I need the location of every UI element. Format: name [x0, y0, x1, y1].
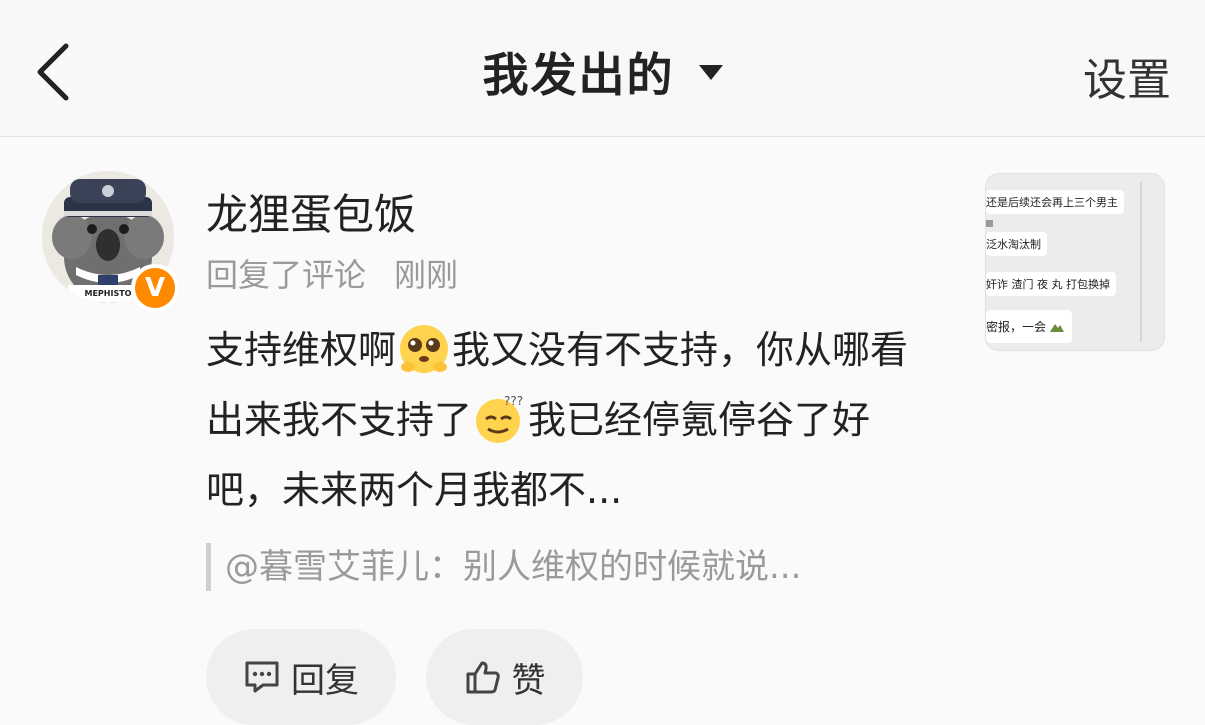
like-icon — [466, 661, 500, 694]
pleading-emoji-icon — [400, 325, 449, 373]
reply-label: 回复 — [291, 660, 359, 701]
thumbnail-image[interactable]: 还是后续还会再上三个男主 泛水淘汰制 奸诈 渣门 夜 丸 打包换掉 密报，一会 — [985, 173, 1165, 351]
feed-item: MEPHISTO V 龙狸蛋包饭 回复了评论 刚刚 支持维权啊 我又没有不支持，你… — [0, 137, 1205, 725]
thumbnail-line: 泛水淘汰制 — [986, 232, 1047, 256]
content-text-1: 支持维权啊 — [206, 328, 397, 372]
action-bar: 回复 赞 — [206, 629, 583, 725]
thumbnail-line: 还是后续还会再上三个男主 — [986, 190, 1124, 214]
title-dropdown[interactable]: 我发出的 — [0, 36, 1205, 108]
thumbnail-line-text: 密报，一会 — [986, 320, 1047, 334]
username[interactable]: 龙狸蛋包饭 — [206, 181, 416, 242]
mountain-icon — [1049, 324, 1064, 332]
like-button[interactable]: 赞 — [426, 629, 583, 725]
dropdown-caret-icon — [698, 64, 723, 80]
settings-button[interactable]: 设置 — [1083, 44, 1171, 108]
reply-button[interactable]: 回复 — [206, 629, 396, 725]
top-bar: 我发出的 设置 — [0, 0, 1205, 137]
thumbnail-line: 奸诈 渣门 夜 丸 打包换掉 — [986, 272, 1116, 296]
thumbnail-divider — [1140, 182, 1142, 342]
reply-icon — [245, 661, 279, 693]
page-title: 我发出的 — [482, 48, 675, 102]
timestamp: 刚刚 — [394, 256, 459, 294]
quoted-comment[interactable]: @暮雪艾菲儿：别人维权的时候就说... — [206, 543, 801, 591]
confused-emoji-icon: ??? — [476, 394, 523, 443]
post-meta: 回复了评论 刚刚 — [206, 250, 458, 296]
like-label: 赞 — [511, 660, 546, 701]
reply-content[interactable]: 支持维权啊 我又没有不支持，你从哪看出来我不支持了 ??? 我已经停氪停谷了好吧… — [206, 315, 926, 525]
verified-icon: V — [131, 264, 179, 312]
svg-text:???: ??? — [504, 394, 523, 408]
action-text: 回复了评论 — [206, 256, 367, 294]
thumbnail-line: 密报，一会 — [986, 310, 1072, 343]
thumbnail-mosaic — [986, 220, 993, 227]
